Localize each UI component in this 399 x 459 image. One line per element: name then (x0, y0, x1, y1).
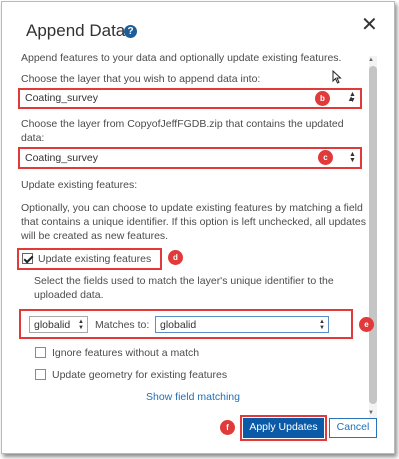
annotation-badge-c: c (318, 150, 333, 165)
apply-updates-button[interactable]: Apply Updates (243, 418, 324, 438)
append-data-dialog: Append Data ? ✕ ▲ ▼ Append features to y… (1, 1, 395, 454)
update-geometry-label[interactable]: Update geometry for existing features (52, 368, 227, 382)
cancel-button[interactable]: Cancel (329, 418, 377, 438)
update-desc-line1: Optionally, you can choose to update exi… (21, 202, 363, 214)
ignore-features-label[interactable]: Ignore features without a match (52, 346, 199, 360)
update-existing-checkbox[interactable] (22, 253, 33, 264)
update-heading: Update existing features: (21, 179, 138, 191)
intro-text: Append features to your data and optiona… (21, 52, 342, 64)
mouse-cursor-icon (332, 70, 342, 84)
right-field-select[interactable]: globalid ▲ ▼ (155, 316, 329, 333)
ignore-features-checkbox[interactable] (35, 347, 46, 358)
target-layer-label: Choose the layer that you wish to append… (21, 73, 261, 85)
source-layer-value: Coating_survey (25, 152, 98, 164)
update-existing-label[interactable]: Update existing features (38, 252, 151, 266)
match-desc-line2: uploaded data. (34, 289, 104, 301)
left-field-value: globalid (34, 319, 71, 331)
target-layer-value: Coating_survey (25, 92, 98, 104)
target-layer-select[interactable]: Coating_survey ▲ (21, 90, 359, 107)
source-layer-select[interactable]: Coating_survey (21, 150, 359, 167)
scroll-up-icon[interactable]: ▲ (368, 57, 374, 63)
left-select-arrows-icon: ▲ ▼ (78, 319, 84, 331)
right-select-arrows-icon: ▲ ▼ (319, 319, 325, 331)
update-desc-line3: will be created as new features. (21, 230, 169, 242)
dialog-title: Append Data (26, 21, 126, 40)
source-layer-label-line2: data: (21, 132, 45, 144)
annotation-badge-b: b (315, 91, 330, 106)
left-field-select[interactable]: globalid ▲ ▼ (29, 316, 88, 333)
scroll-down-icon[interactable]: ▼ (368, 410, 374, 416)
target-select-arrows-icon: ▲ ▼ (349, 91, 356, 104)
update-geometry-checkbox[interactable] (35, 369, 46, 380)
match-desc-line1: Select the fields used to match the laye… (34, 275, 334, 287)
source-layer-label-line1: Choose the layer from CopyofJeffFGDB.zip… (21, 118, 344, 130)
source-select-arrows-icon: ▲ ▼ (349, 151, 356, 164)
annotation-badge-f: f (220, 420, 235, 435)
annotation-badge-e: e (359, 317, 374, 332)
right-field-value: globalid (160, 319, 197, 331)
scrollbar-thumb[interactable] (369, 66, 377, 404)
help-icon[interactable]: ? (124, 25, 137, 38)
annotation-badge-d: d (168, 250, 183, 265)
matches-to-label: Matches to: (95, 319, 150, 331)
update-desc-line2: that contains a unique identifier. If th… (21, 216, 366, 228)
close-icon[interactable]: ✕ (361, 15, 378, 35)
show-field-matching-link[interactable]: Show field matching (146, 391, 240, 403)
